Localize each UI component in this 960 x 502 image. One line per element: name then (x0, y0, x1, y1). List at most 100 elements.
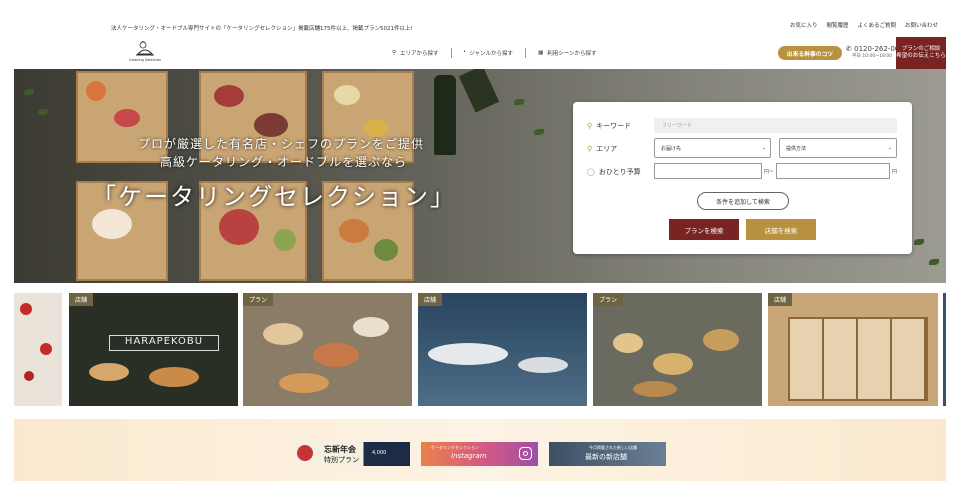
card-badge: プラン (243, 293, 274, 306)
keyword-input[interactable]: フリーワード (654, 118, 897, 133)
area-select[interactable]: お届け先 ⌄ (654, 138, 771, 158)
wine-bottle (458, 69, 500, 113)
card-badge: 店舗 (69, 293, 94, 306)
budget-min-input[interactable] (654, 163, 762, 179)
consult-button[interactable]: プランのご相談 希望のお伝えこちら (896, 37, 946, 69)
dish (89, 363, 129, 381)
consult-button-line1: プランのご相談 (901, 46, 941, 52)
leaf (24, 89, 34, 95)
wine-bottle (434, 75, 456, 155)
carousel-card[interactable]: 店舗 (768, 293, 938, 406)
method-select-value: 提供方法 (786, 145, 807, 152)
leaf (38, 109, 48, 115)
site-logo[interactable]: Catering Selection (127, 40, 163, 68)
fork-icon: ❛ (463, 50, 466, 56)
tomato (24, 371, 34, 381)
carousel-card-edge[interactable] (943, 293, 946, 406)
carousel-card[interactable]: プラン (593, 293, 762, 406)
phone-icon: ✆ (846, 45, 852, 53)
nav-scene-label: 利用シーンから探す (547, 51, 597, 57)
site-tagline: 法人ケータリング・オードブル専門サイトの「ケータリングセレクション」掲載店舗17… (111, 26, 413, 32)
plate (518, 357, 568, 373)
food-item (214, 85, 244, 107)
hero-subtitle-1: プロが厳選した有名店・シェフのプランをご提供 (138, 137, 425, 151)
promo-banner-party[interactable]: 忘新年会 特別プラン 4,000 (294, 442, 410, 466)
promo1-line1: 忘新年会 (324, 445, 356, 454)
chevron-down-icon: ⌄ (761, 145, 766, 151)
card-badge: 店舗 (768, 293, 793, 306)
dish (313, 343, 359, 367)
carousel-card[interactable]: 店舗 HARAPEKOBU (69, 293, 238, 406)
food-item (219, 209, 259, 245)
leaf (914, 239, 924, 245)
food-item (339, 219, 369, 243)
food-item (86, 81, 106, 101)
instagram-icon (519, 447, 532, 460)
nav-genre[interactable]: ❛ ジャンルから探す (452, 49, 526, 57)
leaf (514, 99, 524, 105)
promo2-line1: ケータリングセレクション (431, 445, 479, 450)
plate (428, 343, 508, 365)
area-label: ⚲ エリア (587, 145, 618, 153)
chef-logo-icon (136, 41, 154, 56)
promo2-line2: Instagram (451, 452, 487, 460)
promo3-line2: 最新の新店舗 (585, 453, 627, 461)
search-nav: ⚲ エリアから探す ❛ ジャンルから探す ▦ 利用シーンから探す (380, 48, 609, 58)
top-links: お気に入り 閲覧履歴 よくあるご質問 お問い合わせ (790, 21, 938, 29)
contact-link[interactable]: お問い合わせ (905, 21, 938, 29)
leaf (929, 259, 939, 265)
dish (279, 373, 329, 393)
tomato (40, 343, 52, 355)
dish (633, 381, 677, 397)
dish (149, 367, 199, 387)
nav-genre-label: ジャンルから探す (469, 51, 514, 57)
leaf (534, 129, 544, 135)
promo-banner-instagram[interactable]: ケータリングセレクション Instagram (421, 442, 538, 466)
area-select-value: お届け先 (661, 145, 682, 152)
budget-max-input[interactable] (776, 163, 890, 179)
nav-area[interactable]: ⚲ エリアから探す (380, 49, 451, 57)
page: 法人ケータリング・オードブル専門サイトの「ケータリングセレクション」掲載店舗17… (0, 0, 960, 502)
promo-banner-new-shops[interactable]: 今月掲載された新しい店舗 最新の新店舗 (549, 442, 666, 466)
tips-button[interactable]: 出来る幹事のコツ (778, 46, 842, 60)
nav-scene[interactable]: ▦ 利用シーンから探す (526, 49, 608, 57)
dish (263, 323, 303, 345)
favorites-link[interactable]: お気に入り (790, 21, 818, 29)
shop-search-button[interactable]: 店舗を検索 (746, 219, 816, 240)
nav-area-label: エリアから探す (400, 51, 439, 57)
budget-unit-from: 円~ (764, 169, 774, 175)
card-badge: プラン (593, 293, 624, 306)
food-item (274, 229, 296, 251)
food-item (254, 113, 288, 137)
add-condition-button[interactable]: 条件を追加して検索 (697, 192, 789, 210)
search-icon: ⚲ (587, 122, 593, 130)
pin-icon: ⚲ (392, 50, 397, 56)
plan-search-button[interactable]: プランを検索 (669, 219, 739, 240)
hero-title: 「ケータリングセレクション」 (92, 183, 456, 211)
card-badge: 店舗 (418, 293, 443, 306)
food-item (92, 209, 132, 239)
promo3-line1: 今月掲載された新しい店舗 (589, 445, 637, 450)
history-link[interactable]: 閲覧履歴 (826, 21, 848, 29)
carousel-card[interactable]: プラン (243, 293, 412, 406)
faq-link[interactable]: よくあるご質問 (857, 21, 896, 29)
hero-subtitle-2: 高級ケータリング・オードブルを選ぶなら (160, 155, 408, 169)
promo1-line2: 特別プラン (324, 456, 359, 464)
dish (653, 353, 693, 375)
coin-icon: ◯ (587, 168, 595, 176)
food-item (334, 85, 360, 105)
budget-unit-to: 円 (892, 169, 898, 175)
carousel-card[interactable] (14, 293, 62, 406)
budget-label: ◯ おひとり予算 (587, 168, 641, 176)
dish (353, 317, 389, 337)
harapekobu-sign: HARAPEKOBU (109, 335, 219, 351)
method-select[interactable]: 提供方法 ⌄ (779, 138, 897, 158)
chart-icon: ▦ (538, 50, 544, 56)
food-item (114, 109, 140, 127)
logo-text: Catering Selection (128, 58, 162, 62)
dish (613, 333, 643, 353)
carousel-card[interactable]: 店舗 (418, 293, 587, 406)
keyword-placeholder: フリーワード (662, 123, 693, 129)
search-panel: ⚲ キーワード フリーワード ⚲ エリア お届け先 ⌄ 提供方法 ⌄ ◯ おひと… (573, 102, 912, 254)
dish (703, 329, 739, 351)
